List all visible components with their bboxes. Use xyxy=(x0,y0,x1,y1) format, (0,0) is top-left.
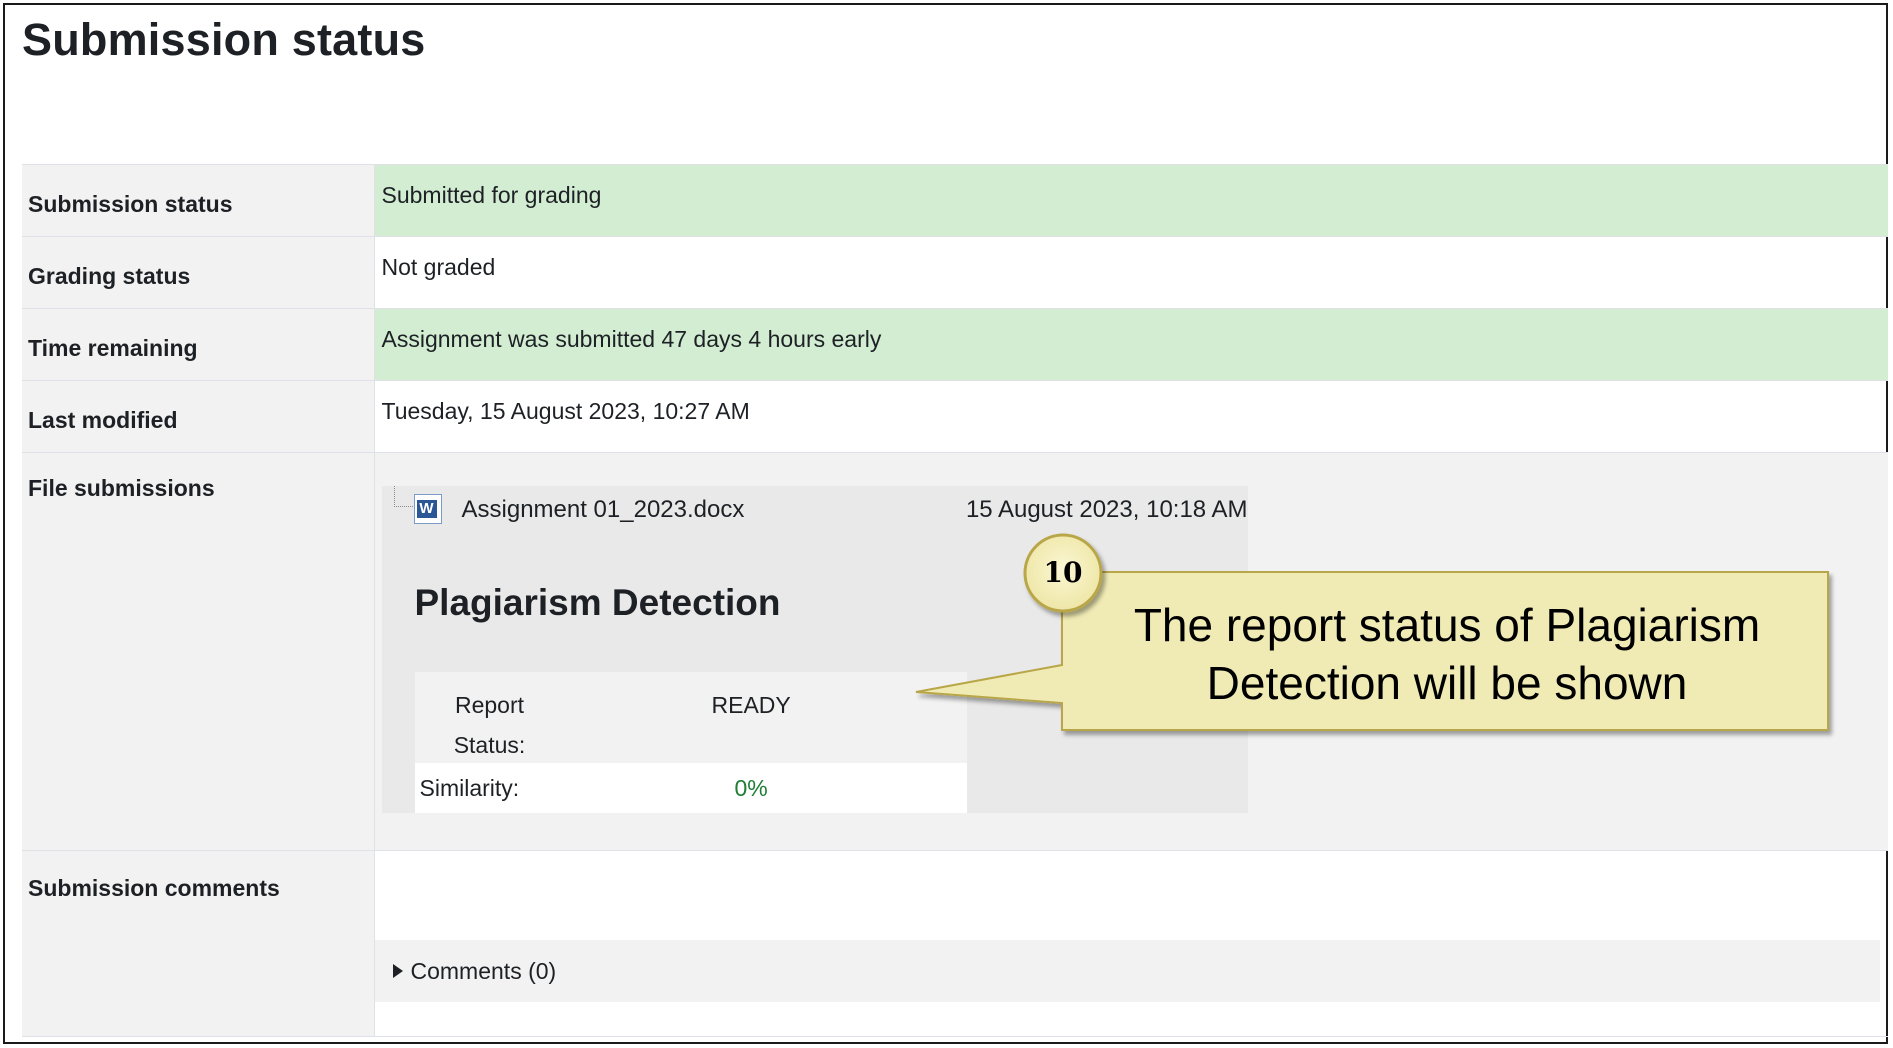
caret-right-icon xyxy=(392,964,403,978)
row-label: Submission comments xyxy=(22,850,375,1037)
table-row: Submission status Submitted for grading xyxy=(22,164,1888,237)
step-number: 10 xyxy=(1043,556,1083,589)
table-row: Last modified Tuesday, 15 August 2023, 1… xyxy=(22,380,1888,453)
file-date: 15 August 2023, 10:18 AM xyxy=(965,496,1248,523)
time-remaining-value: Assignment was submitted 47 days 4 hours… xyxy=(374,308,1888,381)
comments-toggle[interactable]: Comments (0) xyxy=(392,958,557,985)
report-status-value: READY xyxy=(711,692,791,718)
word-doc-icon: W xyxy=(413,494,442,524)
table-row: Time remaining Assignment was submitted … xyxy=(22,308,1888,381)
word-icon-letter: W xyxy=(416,500,437,518)
row-label: File submissions xyxy=(22,452,375,851)
submission-status-value: Submitted for grading xyxy=(374,164,1888,237)
tree-connector xyxy=(393,486,415,507)
file-link[interactable]: Assignment 01_2023.docx xyxy=(462,496,745,524)
plagiarism-title: Plagiarism Detection xyxy=(414,582,781,623)
table-row: Grading status Not graded xyxy=(22,236,1888,309)
row-label: Last modified xyxy=(22,380,375,453)
callout-text: The report status of Plagiarism Detectio… xyxy=(1133,599,1761,709)
similarity-row: Similarity: 0% xyxy=(414,763,967,813)
row-label: Grading status xyxy=(22,236,375,309)
similarity-value: 0% xyxy=(734,775,768,801)
row-label: Time remaining xyxy=(22,308,375,381)
table-row: Submission comments Comments (0) xyxy=(22,850,1888,1037)
last-modified-value: Tuesday, 15 August 2023, 10:27 AM xyxy=(374,380,1888,453)
comments-toggle-label: Comments (0) xyxy=(410,958,557,984)
row-label: Submission status xyxy=(22,164,375,237)
page-title: Submission status xyxy=(22,14,426,65)
similarity-label: Similarity: xyxy=(419,775,520,801)
grading-status-value: Not graded xyxy=(374,236,1888,309)
submission-comments-cell: Comments (0) xyxy=(374,850,1888,1037)
report-status-label: Report Status: xyxy=(453,692,526,758)
plagiarism-report-card: Report Status: READY Similarity: 0% xyxy=(414,672,967,813)
comments-bar: Comments (0) xyxy=(374,940,1880,1002)
